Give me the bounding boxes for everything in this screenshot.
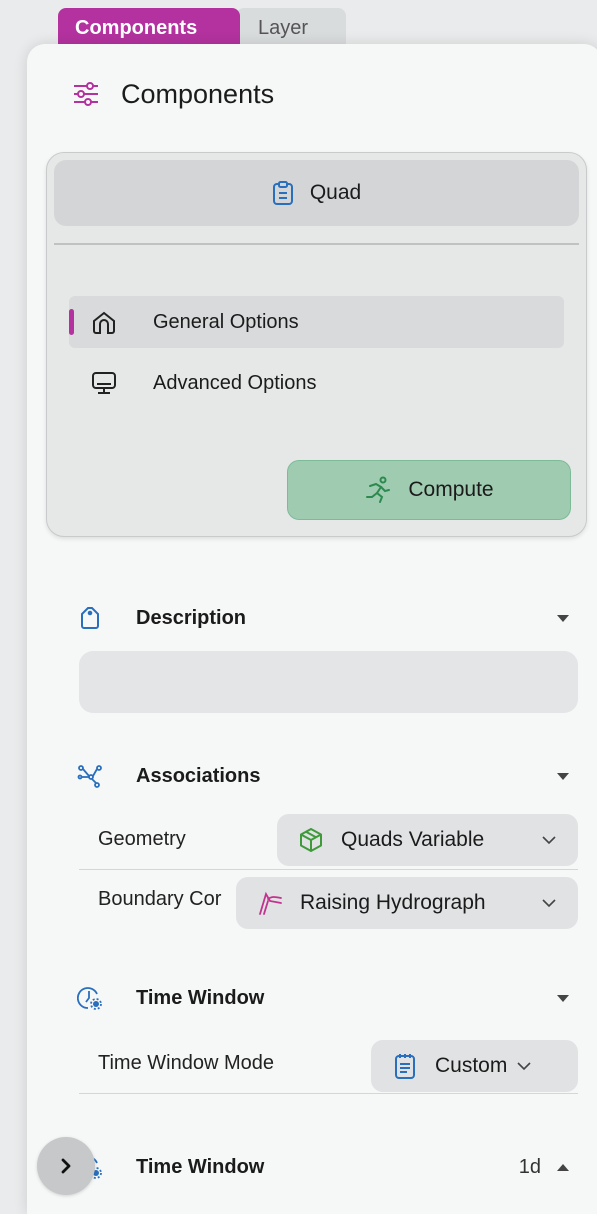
home-icon	[93, 311, 115, 334]
section-time-window-title: Time Window	[136, 986, 265, 1009]
component-card: Quad General Options Advanced Options Co…	[46, 152, 587, 537]
components-panel: Components Quad General Options Advanced…	[27, 44, 597, 1214]
tab-components[interactable]: Components	[58, 8, 240, 48]
section-associations-header[interactable]: Associations	[77, 756, 577, 796]
panel-header: Components	[71, 76, 274, 112]
geometry-value: Quads Variable	[341, 828, 485, 851]
card-divider	[54, 243, 579, 245]
clock-gear-icon	[77, 987, 102, 1010]
section-description-header[interactable]: Description	[77, 598, 577, 638]
nav-general-label: General Options	[153, 310, 299, 333]
expand-sidebar-button[interactable]	[37, 1137, 95, 1195]
quad-button[interactable]: Quad	[54, 160, 579, 226]
chevron-down-icon	[542, 836, 556, 845]
cube-icon	[300, 828, 322, 852]
boundary-dropdown[interactable]: Raising Hydrograph	[236, 877, 578, 929]
tab-components-label: Components	[75, 17, 198, 39]
time-window-mode-label: Time Window Mode	[98, 1052, 274, 1074]
network-icon	[77, 765, 102, 788]
nav-general-options[interactable]: General Options	[69, 296, 564, 348]
collapse-caret[interactable]	[557, 994, 569, 1002]
collapse-caret[interactable]	[557, 614, 569, 622]
active-indicator	[69, 309, 74, 335]
geometry-label: Geometry	[98, 828, 186, 850]
section-time-window-2-title: Time Window	[136, 1155, 265, 1178]
boundary-row: Boundary Cor Raising Hydrograph	[79, 870, 578, 930]
boundary-value: Raising Hydrograph	[300, 891, 486, 914]
hydrograph-icon	[259, 891, 282, 915]
time-window-mode-value: Custom	[435, 1054, 508, 1077]
tab-layer[interactable]: Layer	[236, 8, 346, 48]
description-field[interactable]	[79, 651, 578, 713]
nav-advanced-label: Advanced Options	[153, 371, 317, 394]
expand-caret[interactable]	[557, 1163, 569, 1171]
chevron-down-icon	[517, 1062, 531, 1071]
time-window-mode-row: Time Window Mode Custom	[79, 1034, 578, 1094]
notepad-icon	[395, 1054, 415, 1079]
collapse-caret[interactable]	[557, 772, 569, 780]
compute-label: Compute	[408, 478, 494, 501]
nav-advanced-options[interactable]: Advanced Options	[69, 357, 564, 409]
section-associations-title: Associations	[136, 764, 261, 787]
compute-button[interactable]: Compute	[287, 460, 571, 520]
chevron-right-icon	[61, 1158, 71, 1174]
geometry-dropdown[interactable]: Quads Variable	[277, 814, 578, 866]
time-window-mode-dropdown[interactable]: Custom	[371, 1040, 578, 1092]
tag-icon	[81, 607, 99, 629]
row-divider	[79, 1093, 578, 1094]
monitor-icon	[92, 372, 116, 394]
section-time-window-header[interactable]: Time Window	[77, 978, 577, 1018]
runner-icon	[366, 476, 391, 503]
section-time-window-2-header[interactable]: Time Window 1d	[77, 1147, 577, 1187]
clipboard-icon	[272, 181, 293, 205]
time-window-value: 1d	[518, 1155, 541, 1178]
chevron-down-icon	[542, 899, 556, 908]
section-description-title: Description	[136, 606, 247, 629]
tab-layer-label: Layer	[258, 17, 309, 39]
sliders-icon	[74, 82, 98, 106]
boundary-label: Boundary Cor	[98, 888, 222, 910]
panel-title: Components	[121, 78, 275, 109]
geometry-row: Geometry Quads Variable	[79, 810, 578, 870]
quad-label: Quad	[309, 181, 362, 204]
